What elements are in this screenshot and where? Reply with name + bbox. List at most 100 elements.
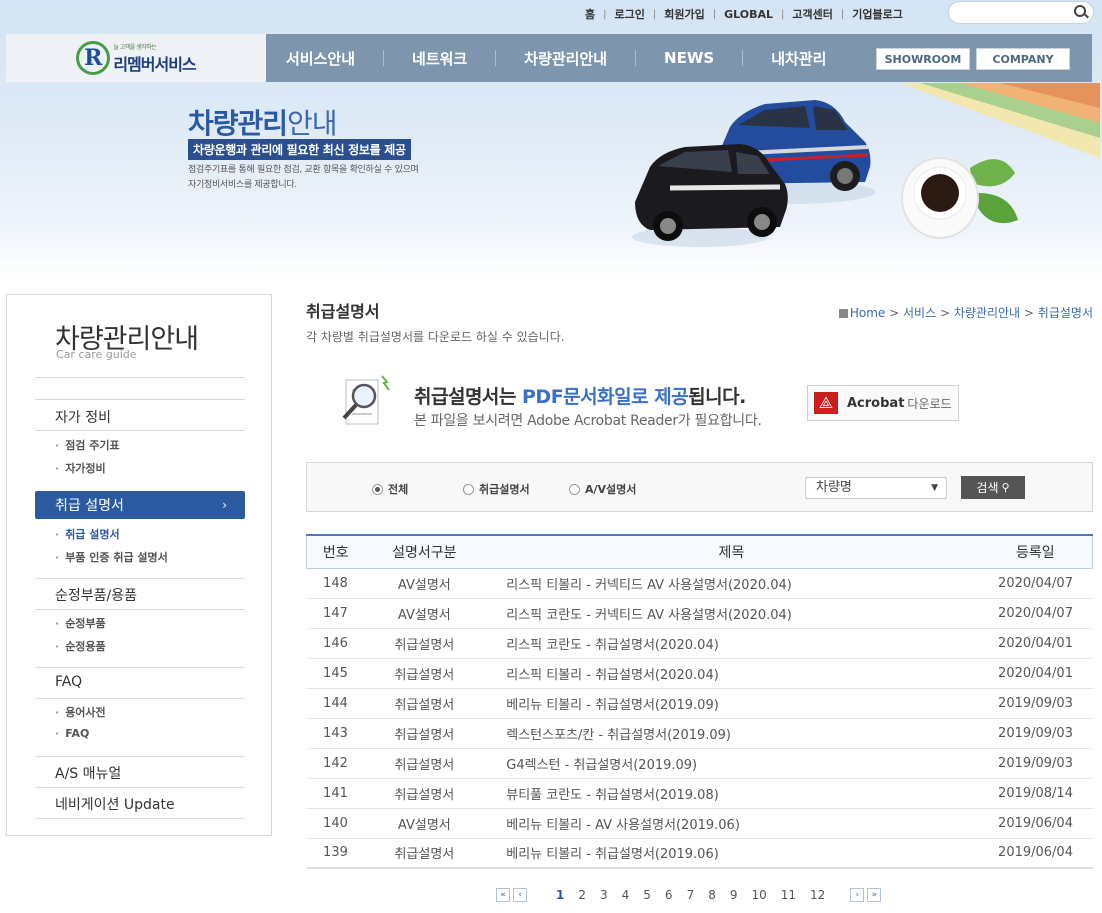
cell-title[interactable]: 베리뉴 티볼리 - 취급설명서(2019.09) [484, 688, 979, 719]
sidebar-link-inspection-schedule[interactable]: 점검 주기표 [55, 437, 119, 453]
cell-type: 취급설명서 [364, 778, 485, 809]
next-page-icon[interactable]: › [850, 888, 865, 902]
sidebar-item-faq[interactable]: FAQ [55, 674, 82, 690]
select-value: 차량명 [816, 480, 852, 495]
nav-item-news[interactable]: NEWS [664, 49, 714, 67]
document-search-icon [342, 375, 390, 425]
page-number[interactable]: 1 [556, 888, 564, 902]
page-number[interactable]: 6 [665, 888, 673, 902]
nav-item-car-care[interactable]: 차량관리안내 [524, 48, 607, 69]
table-row[interactable]: 141 취급설명서 뷰티풀 코란도 - 취급설명서(2019.08) 2019/08/… [306, 778, 1093, 809]
sidebar-item-self-maintenance[interactable]: 자가 정비 [55, 407, 111, 427]
last-page-icon[interactable]: » [867, 888, 882, 902]
cell-title[interactable]: 베리뉴 티볼리 - AV 사용설명서(2019.06) [484, 808, 979, 839]
banner-desc-line: 자기정비서비스를 제공합니다. [188, 180, 297, 190]
sidebar-link-genuine-goods[interactable]: 순정용품 [55, 638, 105, 654]
table-header-row: 번호 설명서구분 제목 등록일 [306, 534, 1093, 569]
page-number[interactable]: 12 [810, 888, 825, 902]
banner-description: 점검주기표를 통해 필요한 점검, 교환 항목을 확인하실 수 있으며 자기정비… [188, 163, 419, 193]
page-number[interactable]: 11 [781, 888, 796, 902]
cell-title[interactable]: G4렉스턴 - 취급설명서(2019.09) [484, 748, 979, 779]
page-number[interactable]: 7 [687, 888, 695, 902]
divider [35, 609, 245, 610]
banner-title-strong: 차량관리 [188, 107, 288, 140]
table-row[interactable]: 145 취급설명서 리스픽 티볼리 - 취급설명서(2020.04) 2020/04/… [306, 658, 1093, 689]
page-number[interactable]: 9 [730, 888, 738, 902]
table-row[interactable]: 146 취급설명서 리스픽 코란도 - 취급설명서(2020.04) 2020/04/… [306, 628, 1093, 659]
table-row[interactable]: 147 AV설명서 리스픽 코란도 - 커넥티드 AV 사용설명서(2020.04)… [306, 598, 1093, 629]
radio-manual[interactable]: 취급설명서 [463, 481, 530, 497]
acrobat-download-button[interactable]: ⟁ Acrobat 다운로드 [807, 385, 959, 421]
cell-title[interactable]: 리스픽 코란도 - 취급설명서(2020.04) [484, 628, 979, 659]
cell-date: 2019/06/04 [978, 838, 1093, 869]
util-login-link[interactable]: 로그인 [615, 6, 645, 22]
page-number[interactable]: 3 [600, 888, 608, 902]
nav-separator [635, 50, 637, 66]
divider [35, 430, 245, 431]
page-number[interactable]: 10 [751, 888, 766, 902]
banner-desc-line: 점검주기표를 통해 필요한 점검, 교환 항목을 확인하실 수 있으며 [188, 165, 419, 175]
search-button[interactable]: 검색 ⚲ [961, 476, 1025, 499]
page-number[interactable]: 4 [622, 888, 630, 902]
cell-title[interactable]: 리스픽 티볼리 - 커넥티드 AV 사용설명서(2020.04) [484, 568, 979, 599]
util-home-link[interactable]: 홈 [585, 6, 595, 22]
prev-page-icon[interactable]: ‹ [513, 888, 527, 902]
cell-title[interactable]: 뷰티풀 코란도 - 취급설명서(2019.08) [484, 778, 979, 809]
radio-icon [463, 483, 474, 495]
divider [35, 698, 245, 699]
showroom-button[interactable]: SHOWROOM [876, 48, 970, 70]
first-page-icon[interactable]: « [496, 888, 510, 902]
sidebar-item-manual[interactable]: 취급 설명서 › [35, 491, 245, 519]
site-search-input[interactable] [948, 1, 1094, 24]
radio-all[interactable]: 전체 [372, 481, 408, 497]
cell-title[interactable]: 베리뉴 티볼리 - 취급설명서(2019.06) [484, 838, 979, 869]
page-number[interactable]: 8 [708, 888, 716, 902]
page-number[interactable]: 5 [643, 888, 651, 902]
nav-item-network[interactable]: 네트워크 [412, 48, 467, 69]
cell-date: 2020/04/07 [978, 598, 1093, 629]
sidebar-link-self-maintenance[interactable]: 자가정비 [55, 460, 105, 476]
sidebar-item-genuine-parts[interactable]: 순정부품/용품 [55, 585, 137, 605]
table-row[interactable]: 144 취급설명서 베리뉴 티볼리 - 취급설명서(2019.09) 2019/09/… [306, 688, 1093, 719]
cell-date: 2019/09/03 [978, 688, 1093, 719]
radio-av-manual[interactable]: A/V설명서 [569, 481, 636, 497]
table-row[interactable]: 143 취급설명서 렉스턴스포츠/칸 - 취급설명서(2019.09) 2019/09… [306, 718, 1093, 749]
sidebar-link-parts-manual[interactable]: 부품 인증 취급 설명서 [55, 549, 168, 565]
cell-date: 2020/04/07 [978, 568, 1093, 599]
pdf-title-part: 취급설명서는 [414, 386, 522, 408]
sidebar-link-faq[interactable]: FAQ [55, 727, 89, 740]
sidebar-link-glossary[interactable]: 용어사전 [55, 704, 105, 720]
cell-title[interactable]: 리스픽 티볼리 - 취급설명서(2020.04) [484, 658, 979, 689]
util-blog-link[interactable]: 기업블로그 [852, 6, 903, 22]
breadcrumb-home[interactable]: Home [850, 306, 885, 320]
logo[interactable]: R 늘 고객을 생각하는 리멤버서비스 [6, 34, 266, 82]
util-global-link[interactable]: GLOBAL [724, 8, 773, 21]
cell-title[interactable]: 렉스턴스포츠/칸 - 취급설명서(2019.09) [484, 718, 979, 749]
divider [35, 787, 245, 788]
breadcrumb-service[interactable]: 서비스 [903, 306, 936, 320]
sidebar-item-navigation-update[interactable]: 네비게이션 Update [55, 794, 175, 814]
sidebar-link-genuine-parts[interactable]: 순정부품 [55, 615, 105, 631]
company-button[interactable]: COMPANY [976, 48, 1070, 70]
cell-title[interactable]: 리스픽 코란도 - 커넥티드 AV 사용설명서(2020.04) [484, 598, 979, 629]
radio-selected-icon [372, 483, 383, 495]
breadcrumb-separator: > [1023, 306, 1038, 320]
table-row[interactable]: 148 AV설명서 리스픽 티볼리 - 커넥티드 AV 사용설명서(2020.04)… [306, 568, 1093, 599]
sidebar-link-manual[interactable]: 취급 설명서 [55, 526, 119, 542]
divider [35, 578, 245, 579]
nav-item-service[interactable]: 서비스안내 [286, 48, 355, 69]
table-row[interactable]: 142 취급설명서 G4렉스턴 - 취급설명서(2019.09) 2019/09/03 [306, 748, 1093, 779]
util-separator: | [712, 8, 717, 20]
table-row[interactable]: 140 AV설명서 베리뉴 티볼리 - AV 사용설명서(2019.06) 2019/… [306, 808, 1093, 839]
breadcrumb-car-care[interactable]: 차량관리안내 [954, 306, 1020, 320]
util-join-link[interactable]: 회원가입 [664, 6, 704, 22]
nav-item-my-car[interactable]: 내차관리 [771, 48, 826, 69]
sidebar-item-as-manual[interactable]: A/S 매뉴얼 [55, 763, 121, 783]
car-model-select[interactable]: 차량명 ▼ [805, 477, 947, 499]
util-customer-center-link[interactable]: 고객센터 [792, 6, 832, 22]
search-icon[interactable] [1074, 5, 1086, 17]
page-number[interactable]: 2 [578, 888, 586, 902]
banner-subtitle: 차량운행과 관리에 필요한 최신 정보를 제공 [188, 139, 411, 160]
table-row[interactable]: 139 취급설명서 베리뉴 티볼리 - 취급설명서(2019.06) 2019/06/… [306, 838, 1093, 869]
pdf-notice-subtitle: 본 파일을 보시려면 Adobe Acrobat Reader가 필요합니다. [414, 413, 762, 429]
